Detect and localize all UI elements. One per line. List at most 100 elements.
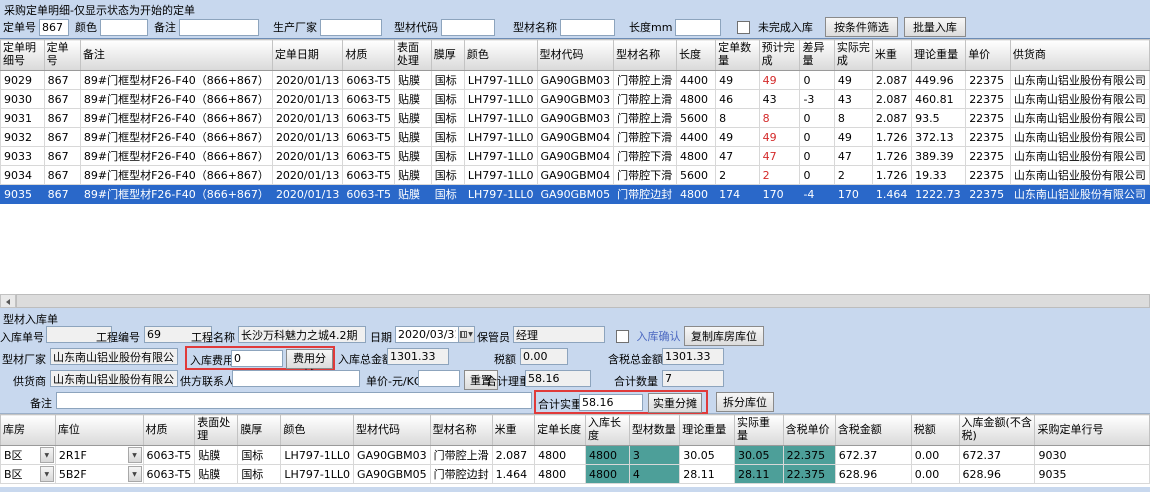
fee-input[interactable] bbox=[231, 350, 283, 367]
table-row[interactable]: B区▼2R1F▼6063-T5贴膜国标LH797-1LL0GA90GBM03门带… bbox=[1, 446, 1150, 465]
inbound-confirm-checkbox[interactable] bbox=[616, 330, 629, 343]
cell[interactable]: 9029 bbox=[1, 71, 45, 90]
cell[interactable]: 1.726 bbox=[872, 147, 911, 166]
cell[interactable]: 贴膜 bbox=[395, 185, 432, 204]
cell[interactable]: 1.726 bbox=[872, 128, 911, 147]
cell[interactable]: 国标 bbox=[431, 147, 464, 166]
cell[interactable]: LH797-1LL0 bbox=[464, 109, 537, 128]
column-header[interactable]: 预计完成 bbox=[759, 40, 800, 71]
cell[interactable]: 46 bbox=[716, 90, 760, 109]
column-header[interactable]: 定单号 bbox=[44, 40, 80, 71]
cell[interactable]: 贴膜 bbox=[395, 147, 432, 166]
cell[interactable]: 49 bbox=[759, 71, 800, 90]
contact-input[interactable] bbox=[232, 370, 360, 387]
cell[interactable]: 49 bbox=[834, 71, 872, 90]
column-header[interactable]: 实际完成 bbox=[834, 40, 872, 71]
column-header[interactable]: 库位 bbox=[55, 415, 143, 446]
column-header[interactable]: 颜色 bbox=[281, 415, 354, 446]
cell[interactable]: LH797-1LL0 bbox=[464, 71, 537, 90]
cell[interactable]: 2020/01/13 bbox=[272, 166, 342, 185]
table-row[interactable]: 903086789#门框型材F26-F40（866+867）2020/01/13… bbox=[1, 90, 1150, 109]
cell[interactable]: 贴膜 bbox=[395, 128, 432, 147]
horizontal-scrollbar[interactable] bbox=[0, 294, 1150, 308]
cell[interactable]: 19.33 bbox=[912, 166, 966, 185]
cell[interactable]: 89#门框型材F26-F40（866+867） bbox=[80, 147, 272, 166]
cell[interactable]: 9033 bbox=[1, 147, 45, 166]
dropdown-arrow-icon[interactable]: ▼ bbox=[128, 466, 142, 482]
column-header[interactable]: 型材代码 bbox=[354, 415, 431, 446]
dropdown-arrow-icon[interactable]: ▼ bbox=[40, 466, 54, 482]
cell[interactable]: 170 bbox=[834, 185, 872, 204]
cell[interactable]: 2020/01/13 bbox=[272, 147, 342, 166]
cell[interactable]: 867 bbox=[44, 185, 80, 204]
cell[interactable]: 国标 bbox=[431, 71, 464, 90]
cell[interactable]: 9035 bbox=[1, 185, 45, 204]
cell[interactable]: 贴膜 bbox=[195, 465, 238, 484]
column-header[interactable]: 表面处理 bbox=[195, 415, 238, 446]
cell[interactable]: B区▼ bbox=[1, 465, 56, 484]
unfinished-checkbox[interactable] bbox=[737, 21, 750, 34]
cell[interactable]: 6063-T5 bbox=[343, 90, 395, 109]
cell[interactable]: 89#门框型材F26-F40（866+867） bbox=[80, 71, 272, 90]
cell[interactable]: 0 bbox=[800, 147, 834, 166]
cell[interactable]: 4800 bbox=[677, 90, 716, 109]
column-header[interactable]: 供货商 bbox=[1010, 40, 1149, 71]
cell[interactable]: 9034 bbox=[1, 166, 45, 185]
table-row[interactable]: 903186789#门框型材F26-F40（866+867）2020/01/13… bbox=[1, 109, 1150, 128]
cell[interactable]: 6063-T5 bbox=[343, 128, 395, 147]
cell[interactable]: 30.05 bbox=[680, 446, 735, 465]
column-header[interactable]: 材质 bbox=[343, 40, 395, 71]
cell[interactable]: -3 bbox=[800, 90, 834, 109]
cell[interactable]: 国标 bbox=[238, 446, 281, 465]
column-header[interactable]: 型材数量 bbox=[629, 415, 679, 446]
batch-inbound-button[interactable]: 批量入库 bbox=[904, 17, 966, 37]
cell[interactable]: 门带腔上滑 bbox=[614, 109, 677, 128]
cell[interactable]: 867 bbox=[44, 147, 80, 166]
actual-weight-input[interactable] bbox=[579, 394, 643, 411]
cell[interactable]: 2020/01/13 bbox=[272, 185, 342, 204]
cell[interactable]: 贴膜 bbox=[395, 166, 432, 185]
cell[interactable]: 门带腔边封 bbox=[614, 185, 677, 204]
cell[interactable]: GA90GBM05 bbox=[354, 465, 431, 484]
length-input[interactable] bbox=[675, 19, 721, 36]
cell[interactable]: 山东南山铝业股份有限公司 bbox=[1010, 90, 1149, 109]
cell[interactable]: 1.464 bbox=[872, 185, 911, 204]
column-header[interactable]: 型材名称 bbox=[430, 415, 492, 446]
remark-input[interactable] bbox=[56, 392, 532, 409]
cell[interactable]: LH797-1LL0 bbox=[464, 90, 537, 109]
cell[interactable]: 867 bbox=[44, 166, 80, 185]
cell[interactable]: 28.11 bbox=[735, 465, 784, 484]
cell[interactable]: 672.37 bbox=[959, 446, 1035, 465]
profile-name-input[interactable] bbox=[560, 19, 615, 36]
cell[interactable]: 国标 bbox=[431, 185, 464, 204]
dropdown-arrow-icon[interactable]: ▼ bbox=[40, 447, 54, 463]
cell[interactable]: 4800 bbox=[677, 185, 716, 204]
cell[interactable]: 门带腔下滑 bbox=[614, 147, 677, 166]
table-row[interactable]: 902986789#门框型材F26-F40（866+867）2020/01/13… bbox=[1, 71, 1150, 90]
cell[interactable]: 2R1F▼ bbox=[55, 446, 143, 465]
cell[interactable]: 4400 bbox=[677, 71, 716, 90]
cell[interactable]: 672.37 bbox=[835, 446, 911, 465]
cell[interactable]: 8 bbox=[834, 109, 872, 128]
cell[interactable]: 0.00 bbox=[911, 465, 959, 484]
cell[interactable]: 9035 bbox=[1035, 465, 1150, 484]
cell[interactable]: 9030 bbox=[1035, 446, 1150, 465]
cell[interactable]: 9030 bbox=[1, 90, 45, 109]
cell[interactable]: 372.13 bbox=[912, 128, 966, 147]
scrollbar-thumb[interactable] bbox=[16, 294, 1150, 308]
column-header[interactable]: 含税金额 bbox=[835, 415, 911, 446]
scroll-left-arrow-icon[interactable] bbox=[0, 294, 16, 308]
cell[interactable]: 4 bbox=[629, 465, 679, 484]
cell[interactable]: 2020/01/13 bbox=[272, 128, 342, 147]
order-no-input[interactable] bbox=[39, 19, 69, 36]
cell[interactable]: 门带腔上滑 bbox=[430, 446, 492, 465]
column-header[interactable]: 单价 bbox=[966, 40, 1011, 71]
cell[interactable]: 49 bbox=[716, 71, 760, 90]
cell[interactable]: 3 bbox=[629, 446, 679, 465]
cell[interactable]: 山东南山铝业股份有限公司 bbox=[1010, 109, 1149, 128]
cell[interactable]: 门带腔上滑 bbox=[614, 71, 677, 90]
cell[interactable]: 4800 bbox=[535, 446, 586, 465]
cell[interactable]: 0.00 bbox=[911, 446, 959, 465]
cell[interactable]: 8 bbox=[759, 109, 800, 128]
cell[interactable]: 628.96 bbox=[959, 465, 1035, 484]
